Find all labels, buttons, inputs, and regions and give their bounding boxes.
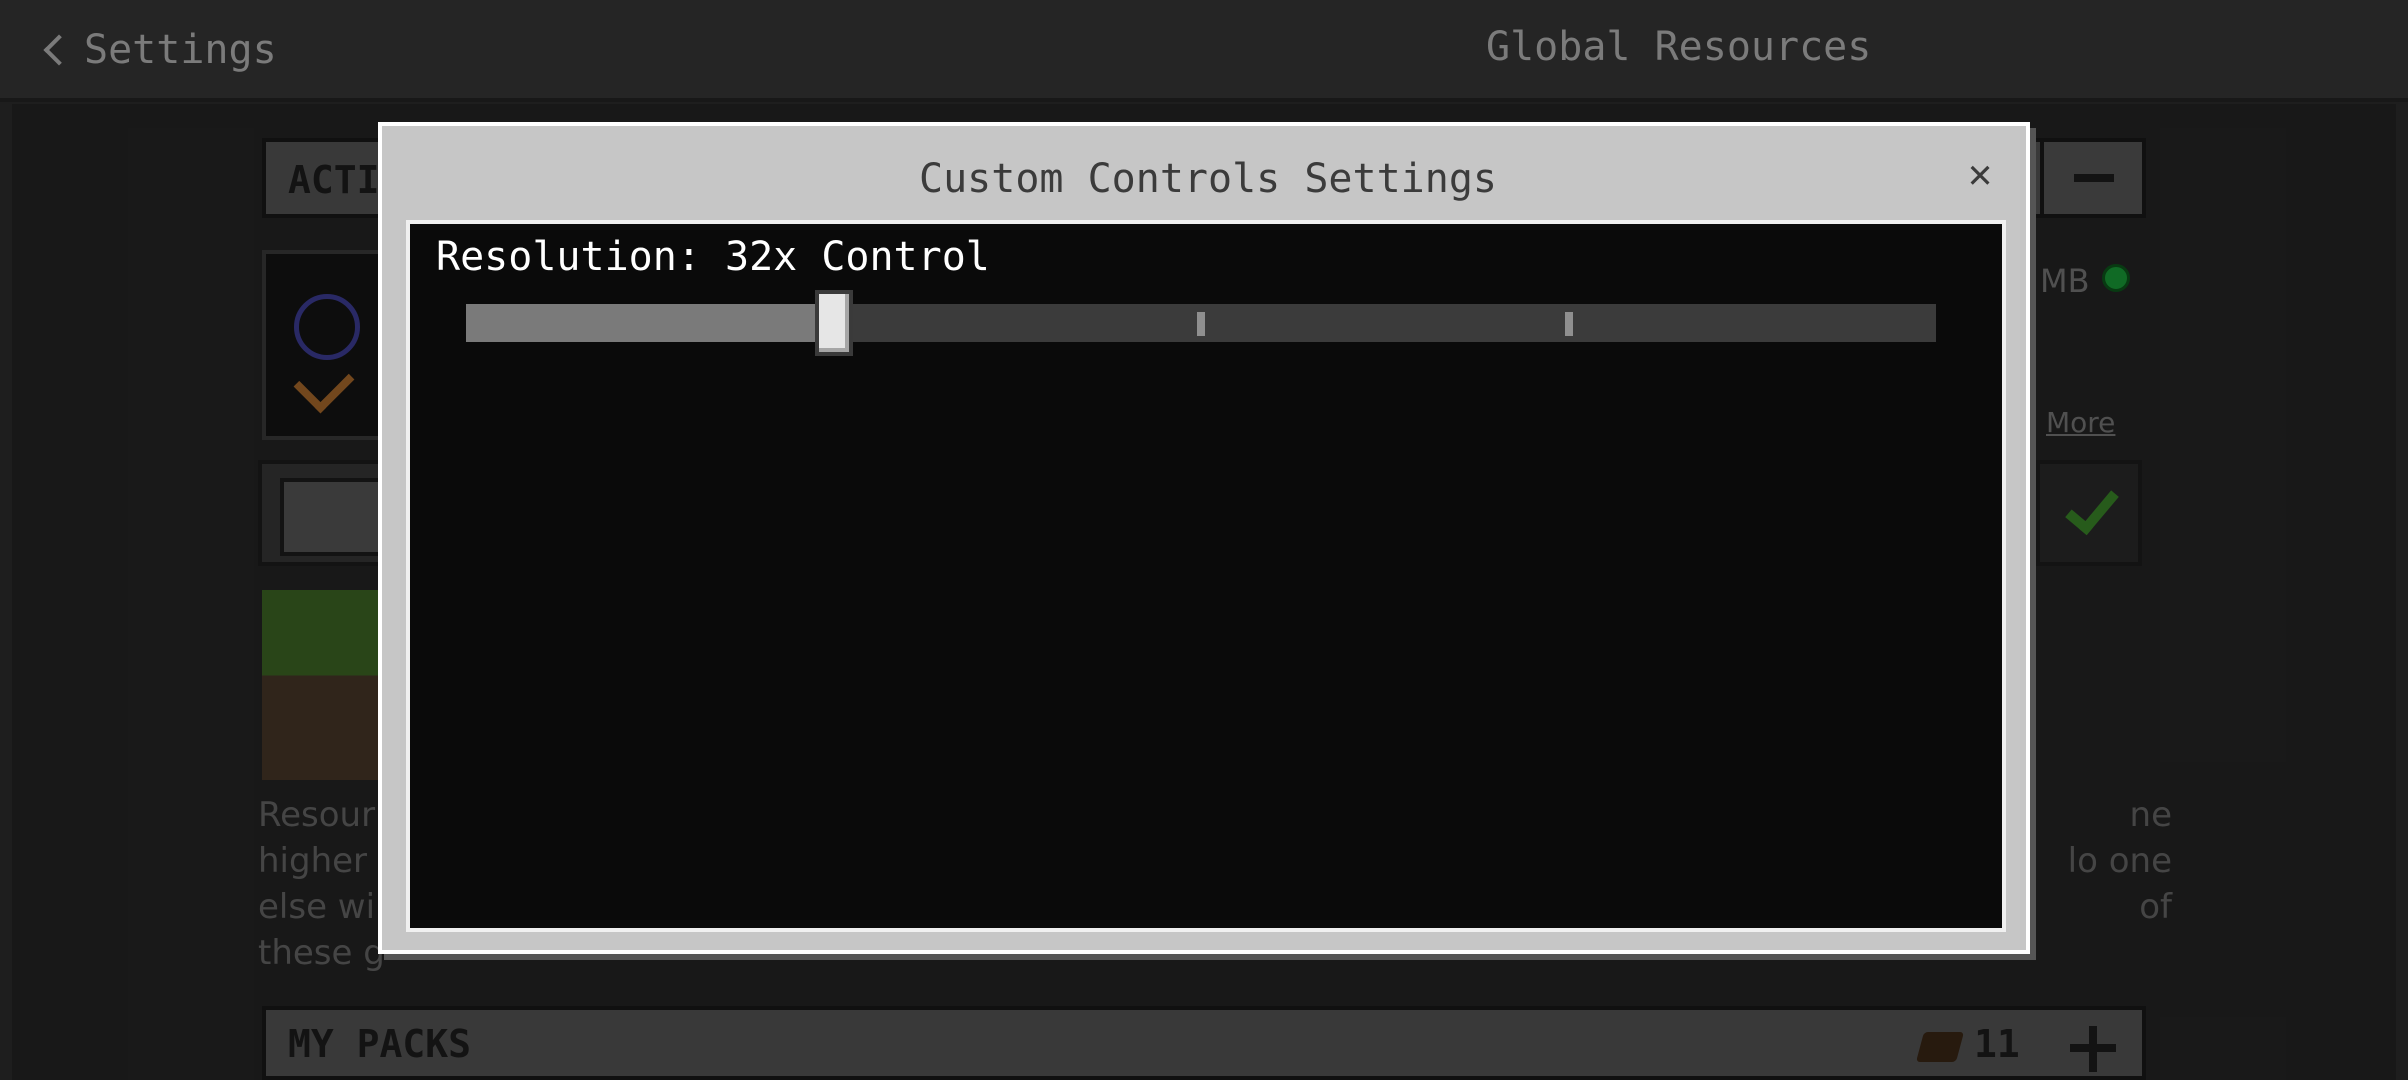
custom-controls-dialog: Custom Controls Settings ✕ Resolution: 3… bbox=[378, 122, 2030, 954]
slider-fill bbox=[466, 304, 834, 342]
resolution-slider[interactable] bbox=[466, 290, 1936, 356]
close-icon[interactable]: ✕ bbox=[1960, 154, 2000, 194]
slider-thumb[interactable] bbox=[815, 290, 853, 356]
resolution-label: Resolution: 32x Control bbox=[436, 234, 990, 280]
slider-tick bbox=[1197, 312, 1205, 336]
slider-tick bbox=[1565, 312, 1573, 336]
dialog-title: Custom Controls Settings bbox=[919, 156, 1497, 202]
settings-panel: Resolution: 32x Control bbox=[406, 220, 2006, 932]
